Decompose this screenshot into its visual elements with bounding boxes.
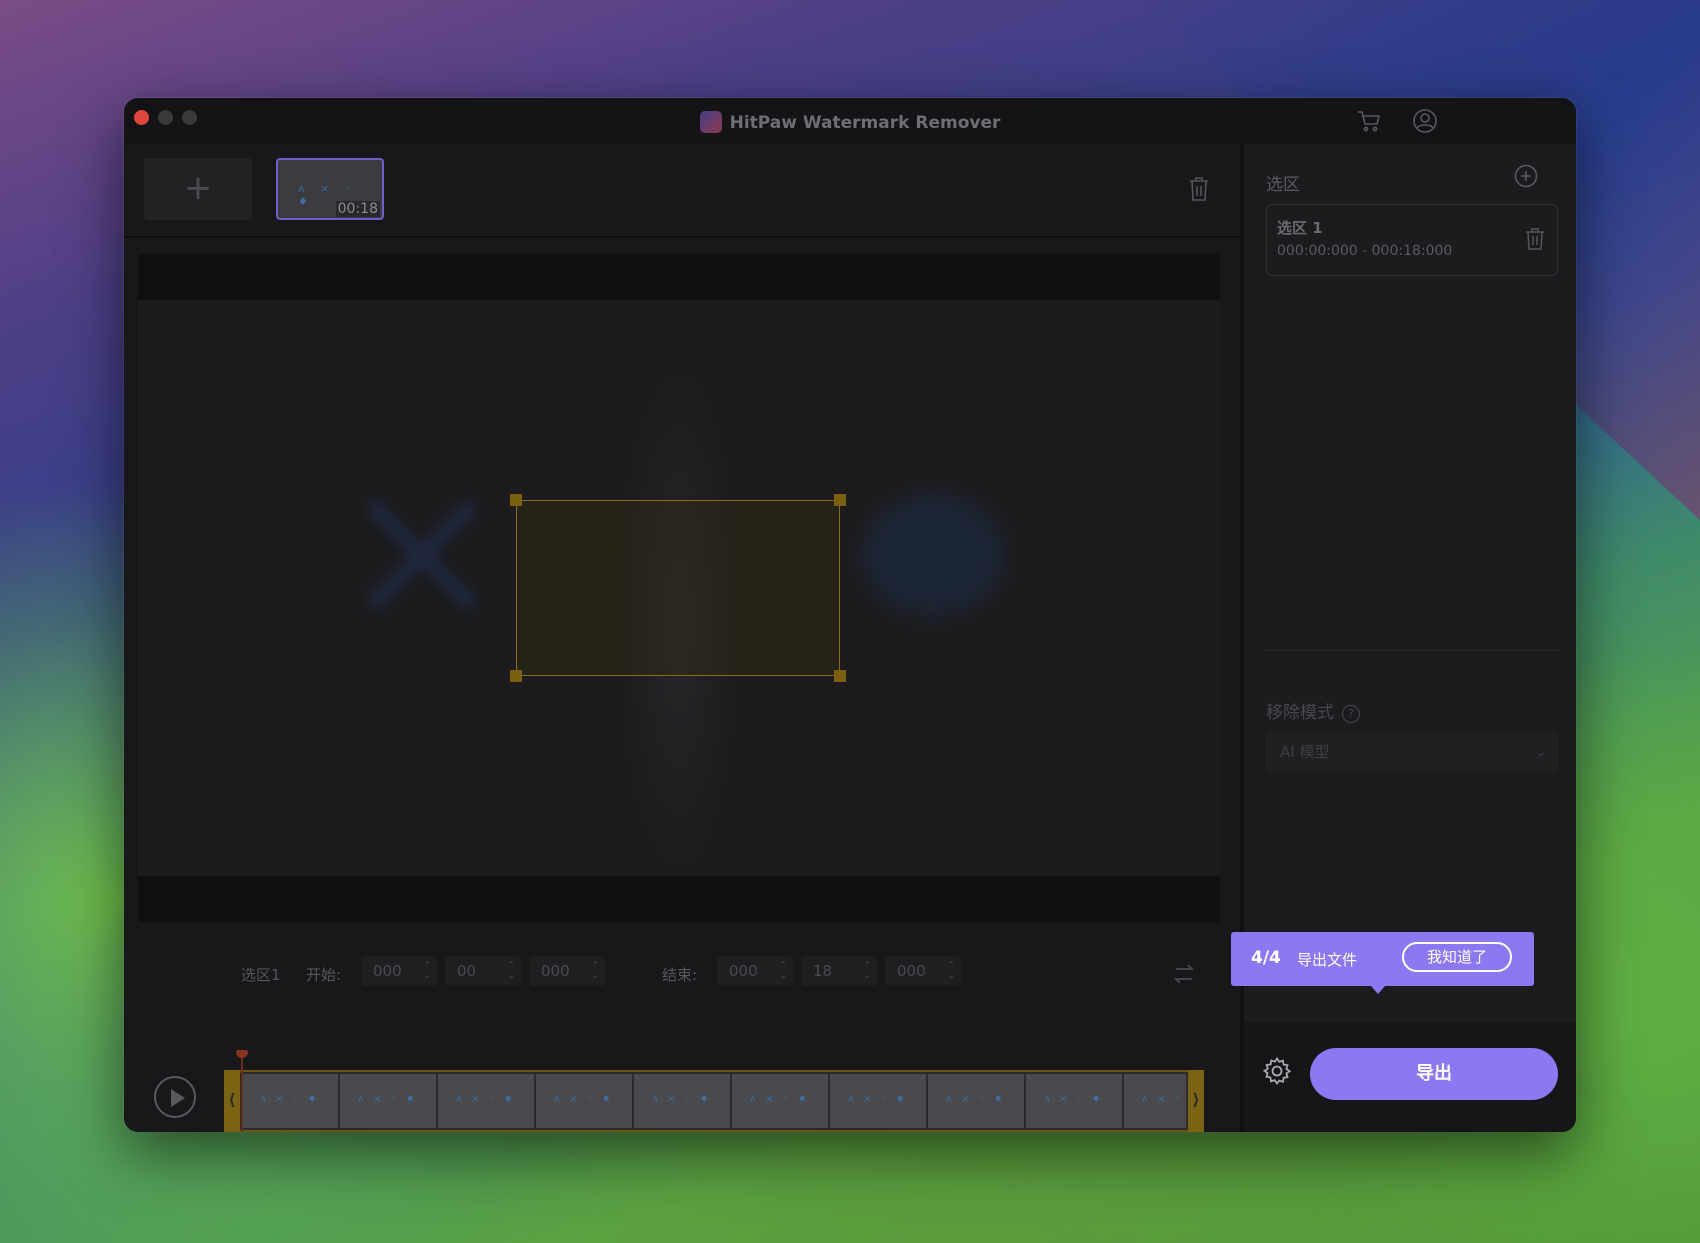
start-seconds-field[interactable]: 00 ⌃ ⌄ [445, 956, 521, 986]
timeline-frame [536, 1074, 632, 1128]
timeline-strip[interactable]: ⟨ ⟩ [224, 1070, 1204, 1132]
stepper-icon[interactable]: ⌃ ⌄ [779, 961, 787, 981]
tooltip-text: 导出文件 [1297, 951, 1358, 969]
start-seconds-value: 00 [457, 962, 477, 980]
title-bar: HitPaw Watermark Remover [124, 98, 1576, 144]
playhead-marker[interactable] [236, 1050, 248, 1058]
timeline-frame [438, 1074, 534, 1128]
onboarding-tooltip: 4/4 导出文件 我知道了 [1231, 932, 1534, 994]
resize-handle-bottom-right[interactable] [834, 670, 846, 682]
tooltip-dismiss-button[interactable]: 我知道了 [1402, 942, 1512, 972]
stepper-icon[interactable]: ⌃ ⌄ [863, 961, 871, 981]
media-bar: + ʌ × ◦ ♦ 00:18 [124, 144, 1240, 238]
video-frame[interactable]: × [138, 300, 1220, 876]
timeline: ⟨ ⟩ [124, 1050, 1240, 1132]
video-watermark-o [863, 495, 1003, 615]
video-watermark-x: × [338, 433, 506, 666]
resize-handle-top-right[interactable] [834, 494, 846, 506]
gear-icon[interactable] [1262, 1056, 1292, 1086]
thumbnail-duration: 00:18 [335, 201, 380, 217]
selection-range-bar: 选区1 开始: 000 ⌃ ⌄ 00 ⌃ ⌄ 000 ⌃ ⌄ 结束: 000 ⌃ ⌄ 18 ⌃ ⌄ … [124, 954, 1240, 994]
trash-icon[interactable] [1525, 227, 1545, 251]
start-minutes-field[interactable]: 000 ⌃ ⌄ [361, 956, 437, 986]
start-millis-value: 000 [541, 962, 570, 980]
timeline-frame [732, 1074, 828, 1128]
divider [1266, 650, 1558, 651]
start-minutes-value: 000 [373, 962, 402, 980]
timeline-frame [1124, 1074, 1186, 1128]
remove-mode-title-text: 移除模式 [1266, 703, 1334, 723]
timeline-frame [1026, 1074, 1122, 1128]
trash-icon[interactable] [1188, 176, 1210, 202]
help-icon[interactable]: ? [1342, 705, 1360, 723]
selection-item[interactable]: 选区 1 000:00:000 - 000:18:000 [1266, 204, 1558, 276]
remove-mode-title: 移除模式? [1266, 698, 1360, 723]
user-icon[interactable] [1412, 108, 1438, 134]
remove-mode-select[interactable]: AI 模型 ⌄ [1266, 732, 1558, 772]
stepper-icon[interactable]: ⌃ ⌄ [591, 961, 599, 981]
video-preview: × [138, 254, 1220, 922]
stepper-icon[interactable]: ⌃ ⌄ [947, 961, 955, 981]
selection-item-time: 000:00:000 - 000:18:000 [1277, 243, 1453, 259]
export-button[interactable]: 导出 [1310, 1048, 1558, 1100]
end-seconds-value: 18 [813, 962, 833, 980]
timeline-frame [340, 1074, 436, 1128]
start-millis-field[interactable]: 000 ⌃ ⌄ [529, 956, 605, 986]
swap-icon[interactable] [1170, 960, 1198, 988]
cart-icon[interactable] [1356, 108, 1382, 134]
selection-list-title: 选区 [1266, 175, 1300, 195]
selection-item-name: 选区 1 [1277, 219, 1323, 237]
end-millis-field[interactable]: 000 ⌃ ⌄ [885, 956, 961, 986]
start-label: 开始: [306, 966, 342, 984]
play-icon[interactable] [154, 1076, 196, 1118]
timeline-frames [242, 1074, 1186, 1128]
end-minutes-field[interactable]: 000 ⌃ ⌄ [717, 956, 793, 986]
end-label: 结束: [662, 966, 698, 984]
trim-handle-left[interactable]: ⟨ [224, 1070, 240, 1132]
end-seconds-field[interactable]: 18 ⌃ ⌄ [801, 956, 877, 986]
end-minutes-value: 000 [729, 962, 758, 980]
export-bar: 导出 [1244, 1022, 1576, 1132]
video-thumbnail[interactable]: ʌ × ◦ ♦ 00:18 [276, 158, 384, 220]
timeline-frame [634, 1074, 730, 1128]
timeline-frame [830, 1074, 926, 1128]
remove-mode-value: AI 模型 [1280, 743, 1330, 761]
playhead[interactable] [241, 1050, 243, 1132]
stepper-icon[interactable]: ⌃ ⌄ [507, 961, 515, 981]
editor-panel: + ʌ × ◦ ♦ 00:18 × 选区1 开始: 000 ⌃ ⌄ 00 ⌃ ⌄… [124, 144, 1240, 1132]
window-title-text: HitPaw Watermark Remover [729, 113, 1001, 133]
resize-handle-bottom-left[interactable] [510, 670, 522, 682]
resize-handle-top-left[interactable] [510, 494, 522, 506]
app-logo-icon [699, 111, 722, 133]
timeline-frame [928, 1074, 1024, 1128]
add-media-button[interactable]: + [144, 158, 252, 220]
timeline-frame [242, 1074, 338, 1128]
stepper-icon[interactable]: ⌃ ⌄ [423, 961, 431, 981]
tooltip-step: 4/4 [1251, 948, 1281, 968]
selection-box[interactable] [510, 494, 846, 682]
add-selection-plus-icon[interactable] [1514, 164, 1538, 188]
chevron-down-icon: ⌄ [1535, 745, 1546, 759]
selection-range-label: 选区1 [241, 966, 281, 984]
trim-handle-right[interactable]: ⟩ [1188, 1070, 1204, 1132]
end-millis-value: 000 [897, 962, 926, 980]
